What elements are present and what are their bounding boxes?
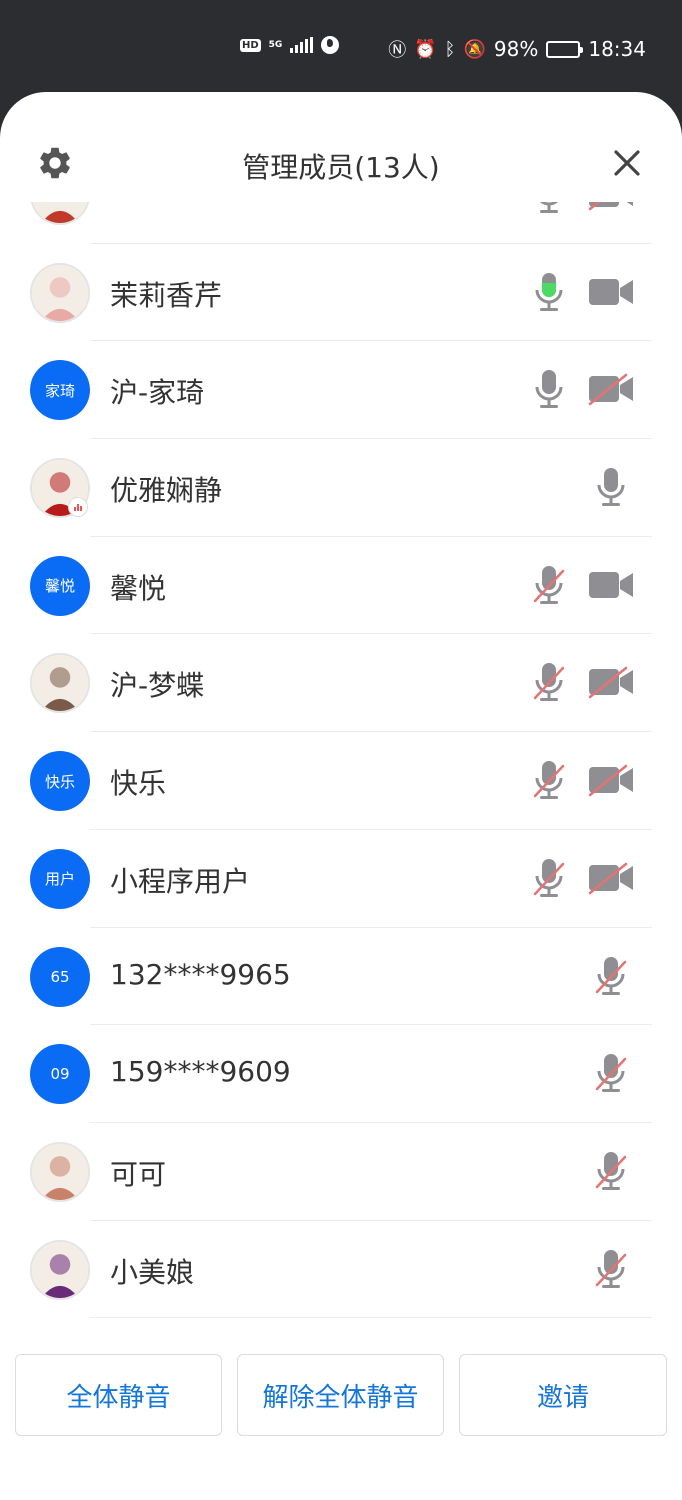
camera-icon[interactable] — [588, 275, 634, 309]
row-divider — [90, 1317, 652, 1319]
member-row[interactable]: 家琦 沪-家琦 — [0, 341, 682, 440]
member-name: 馨悦 — [110, 571, 167, 605]
page-title: 管理成员(13人) — [242, 151, 440, 184]
speaking-indicator-icon — [68, 497, 88, 518]
nfc-icon: Ⓝ — [388, 40, 407, 61]
member-row[interactable]: 09 159****9609 — [0, 1025, 682, 1123]
avatar — [30, 1141, 90, 1202]
member-row[interactable]: 优雅娴静 — [0, 439, 682, 537]
avatar-photo — [32, 1241, 88, 1298]
mic-muted-icon[interactable] — [532, 564, 566, 606]
footer-actions: 全体静音 解除全体静音 邀请 — [0, 1354, 682, 1436]
member-row[interactable]: 茉莉香芹 — [0, 244, 682, 342]
mic-icon[interactable] — [594, 466, 628, 508]
avatar — [30, 202, 90, 225]
member-row[interactable]: 小美娘 — [0, 1221, 682, 1319]
member-row[interactable]: 可可 — [0, 1123, 682, 1221]
avatar — [30, 262, 90, 323]
member-name: 沪-家琦 — [110, 376, 205, 410]
unmute-all-button[interactable]: 解除全体静音 — [237, 1354, 444, 1436]
mic-muted-icon[interactable] — [532, 759, 566, 801]
member-name: 159****9609 — [110, 1055, 291, 1089]
avatar-photo — [32, 264, 88, 321]
avatar-photo — [32, 202, 88, 223]
network-type-label: 5G — [268, 39, 283, 50]
member-row[interactable]: 馨悦 馨悦 — [0, 537, 682, 635]
mic-muted-icon[interactable] — [594, 1248, 628, 1290]
avatar: 家琦 — [30, 360, 90, 421]
camera-off-icon[interactable] — [588, 861, 634, 895]
silent-bell-icon: 🔕 — [463, 38, 486, 60]
member-name: 可可 — [110, 1157, 167, 1191]
manage-members-sheet: 管理成员(13人) 茉莉香芹 家琦 沪-家琦 优雅娴静 馨悦 馨悦 沪-梦蝶 快乐 快乐 用户 小程… — [0, 92, 682, 1500]
mic-muted-icon[interactable] — [594, 1150, 628, 1192]
mic-muted-icon[interactable] — [532, 661, 566, 703]
status-bar: HD 5G Ⓝ ⏰ ᛒ 🔕 98% 18:34 — [0, 0, 682, 92]
mic-active-icon[interactable] — [532, 271, 566, 313]
member-name: 优雅娴静 — [110, 474, 223, 508]
member-name: 沪-梦蝶 — [110, 669, 205, 703]
member-name: 快乐 — [110, 767, 167, 801]
camera-off-icon[interactable] — [588, 202, 634, 211]
avatar: 65 — [30, 946, 90, 1007]
avatar-photo — [32, 1143, 88, 1200]
close-button[interactable] — [608, 144, 646, 182]
camera-off-icon[interactable] — [588, 763, 634, 797]
member-row[interactable]: 用户 小程序用户 — [0, 830, 682, 928]
mic-muted-icon[interactable] — [594, 955, 628, 997]
mic-icon[interactable] — [532, 368, 566, 410]
avatar-photo — [32, 655, 88, 712]
mute-all-button[interactable]: 全体静音 — [15, 1354, 222, 1436]
mic-icon[interactable] — [532, 202, 566, 215]
member-list[interactable]: 茉莉香芹 家琦 沪-家琦 优雅娴静 馨悦 馨悦 沪-梦蝶 快乐 快乐 用户 小程序用户 65 132**… — [0, 202, 682, 1322]
signal-strength-icon — [290, 37, 314, 53]
avatar: 馨悦 — [30, 555, 90, 616]
member-row[interactable] — [0, 202, 682, 244]
member-row[interactable]: 快乐 快乐 — [0, 732, 682, 830]
globe-icon — [321, 36, 340, 54]
member-name: 茉莉香芹 — [110, 278, 223, 312]
battery-icon — [546, 40, 584, 58]
camera-off-icon[interactable] — [588, 665, 634, 699]
avatar — [30, 653, 90, 714]
member-name: 小程序用户 — [110, 864, 251, 898]
avatar: 快乐 — [30, 751, 90, 812]
clock-time: 18:34 — [588, 37, 646, 61]
close-icon — [614, 150, 640, 176]
avatar — [30, 1239, 90, 1300]
hd-voice-icon: HD — [240, 38, 261, 52]
alarm-icon: ⏰ — [414, 38, 437, 60]
bluetooth-icon: ᛒ — [444, 38, 456, 60]
sheet-header: 管理成员(13人) — [0, 92, 682, 212]
member-name: 132****9965 — [110, 957, 291, 991]
battery-percent: 98% — [493, 37, 539, 61]
camera-icon[interactable] — [588, 568, 634, 602]
mic-muted-icon[interactable] — [532, 857, 566, 899]
member-name: 小美娘 — [110, 1255, 195, 1289]
member-row[interactable]: 65 132****9965 — [0, 928, 682, 1026]
invite-button[interactable]: 邀请 — [459, 1354, 667, 1436]
avatar: 用户 — [30, 848, 90, 909]
avatar: 09 — [30, 1044, 90, 1105]
member-row[interactable]: 沪-梦蝶 — [0, 634, 682, 733]
camera-off-icon[interactable] — [588, 372, 634, 406]
mic-muted-icon[interactable] — [594, 1052, 628, 1094]
